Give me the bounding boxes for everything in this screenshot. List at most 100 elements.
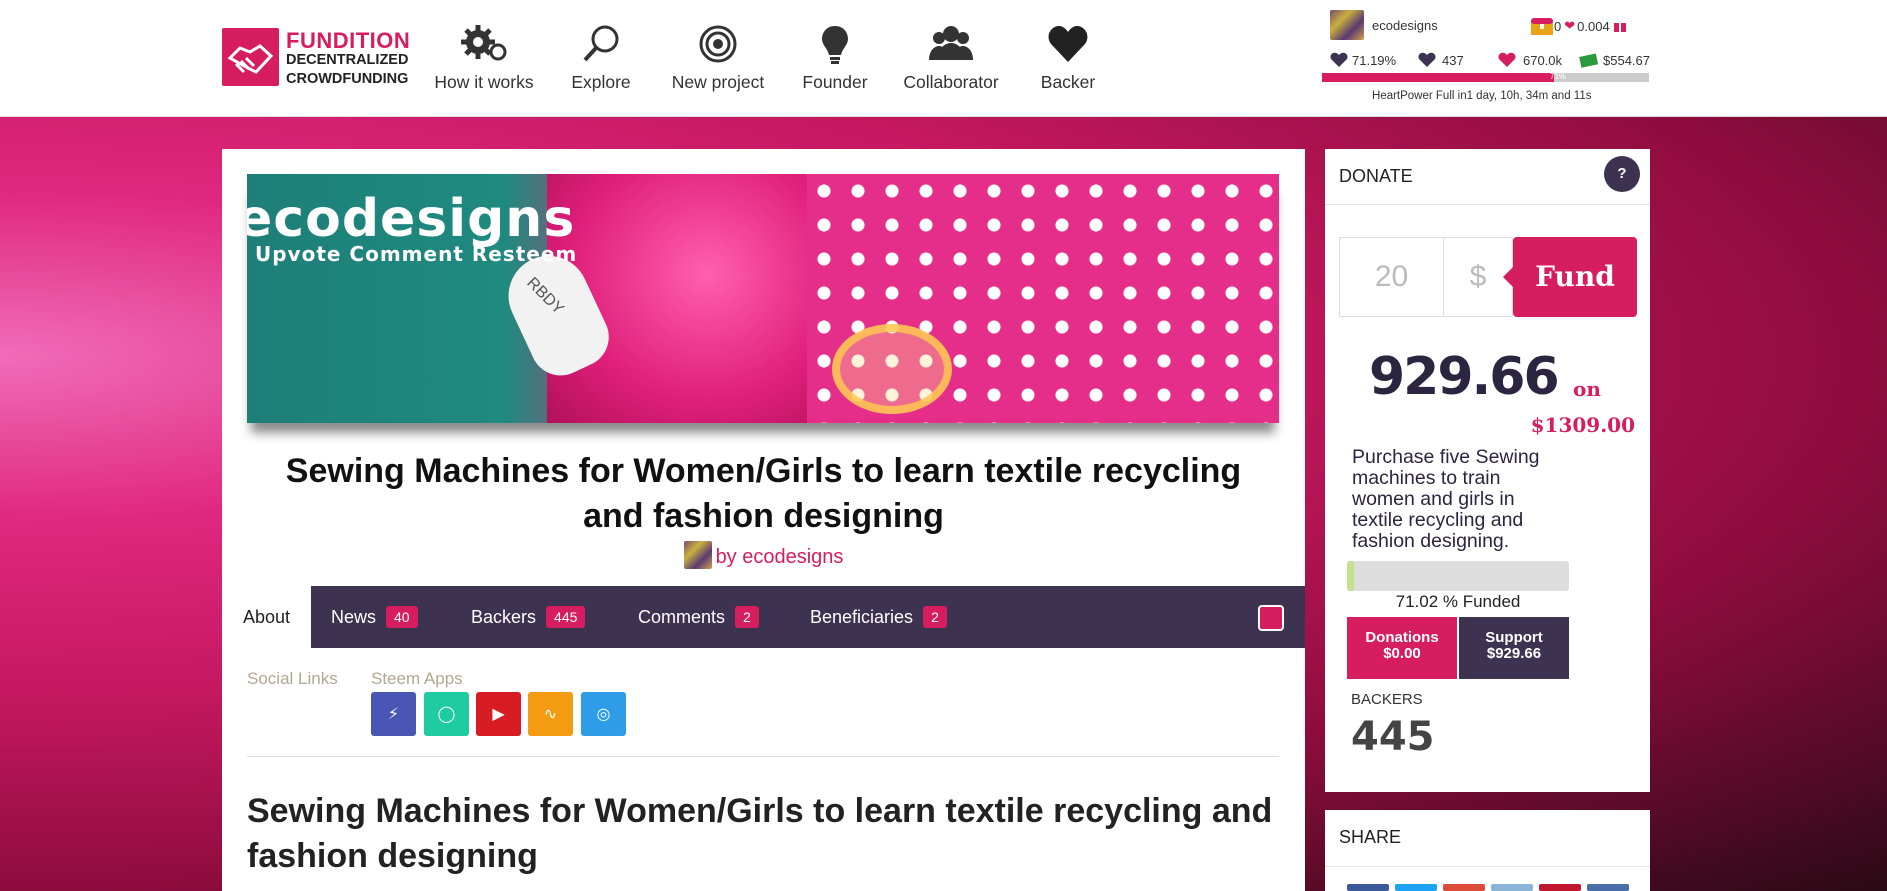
project-author[interactable]: by ecodesigns [222, 541, 1305, 569]
nav-backer[interactable]: Backer [1038, 22, 1098, 93]
tab-label: Backers [471, 607, 537, 627]
heart-star-icon [1418, 52, 1436, 67]
dsound-app-button[interactable]: ∿ [528, 692, 573, 736]
busy-app-button[interactable]: ◯ [424, 692, 469, 736]
top-header: FUNDITION DECENTRALIZED CROWDFUNDING How… [0, 0, 1887, 117]
raised-on-label: on [1573, 377, 1601, 401]
donations-stat: Donations $0.00 [1347, 617, 1457, 679]
share-title: SHARE [1339, 827, 1402, 847]
nav-new-project[interactable]: New project [668, 22, 768, 93]
twitter-share-button[interactable] [1395, 884, 1437, 891]
donations-value: $0.00 [1383, 645, 1421, 662]
voting-power-value: 71.19% [1352, 52, 1397, 68]
fund-button[interactable]: Fund [1503, 237, 1637, 317]
tab-badge: 40 [386, 606, 418, 628]
support-label: Support [1485, 629, 1543, 646]
section-divider [247, 756, 1279, 757]
nav-label: New project [671, 72, 765, 92]
brand-line2: CROWDFUNDING [286, 71, 409, 87]
raised-amount: 929.66 [1369, 347, 1560, 407]
fundition-logo[interactable]: FUNDITION DECENTRALIZED CROWDFUNDING [222, 28, 417, 90]
pink-heart-icon [1498, 52, 1516, 67]
steemit-app-button[interactable]: ◎ [581, 692, 626, 736]
author-link[interactable]: by ecodesigns [716, 546, 844, 568]
funded-percent: 71.02 % Funded [1395, 592, 1521, 611]
donate-header: DONATE ? [1325, 149, 1650, 205]
nav-label: Collaborator [903, 72, 999, 92]
project-summary: Purchase five Sewing machines to train w… [1352, 446, 1540, 552]
vk-share-button[interactable] [1587, 884, 1629, 891]
heartpower-fill [1322, 73, 1555, 82]
project-title: Sewing Machines for Women/Girls to learn… [285, 452, 1242, 535]
search-icon [583, 25, 619, 62]
nav-collaborator[interactable]: Collaborator [901, 22, 1001, 93]
tab-backers[interactable]: Backers 445 [471, 586, 586, 648]
support-stat: Support $929.66 [1459, 617, 1569, 679]
voting-power-stat: 71.19% [1330, 52, 1396, 68]
donate-panel: DONATE ? 20 $ Fund 929.66 on $1309.00 Pu… [1325, 149, 1650, 792]
user-name: ecodesigns [1372, 17, 1438, 33]
wallet-stat[interactable]: $554.67 [1579, 52, 1650, 68]
backers-label: BACKERS [1351, 691, 1423, 708]
nav-label: How it works [434, 72, 534, 92]
tab-label: Comments [638, 607, 726, 627]
tab-comments[interactable]: Comments 2 [638, 586, 759, 648]
lightbulb-icon [822, 26, 848, 64]
power-value: 670.0k [1523, 52, 1563, 68]
heartpower-percent: 71% [1550, 72, 1567, 81]
small-heart-icon: ❤ [1564, 18, 1576, 33]
dtube-icon: ▶ [492, 706, 505, 723]
nav-explore[interactable]: Explore [565, 22, 637, 93]
user-profile[interactable]: ecodesigns [1330, 10, 1438, 40]
share-divider [1325, 866, 1650, 867]
tab-about[interactable]: About [222, 586, 311, 648]
donate-title: DONATE [1339, 166, 1413, 186]
tab-news[interactable]: News 40 [331, 586, 418, 648]
steemit-icon: ◎ [596, 706, 611, 723]
pinterest-share-button[interactable] [1539, 884, 1581, 891]
facebook-share-button[interactable] [1347, 884, 1389, 891]
reputation-stat: 437 [1418, 52, 1464, 68]
wallet-value: $554.67 [1603, 52, 1650, 68]
tab-beneficiaries[interactable]: Beneficiaries 2 [810, 586, 947, 648]
funding-progress-bar [1347, 561, 1569, 591]
description-title: Sewing Machines for Women/Girls to learn… [247, 792, 1273, 875]
tab-badge: 445 [546, 606, 586, 628]
gears-icon [461, 25, 507, 61]
target-icon [699, 25, 737, 63]
user-panel: ecodesigns 0 ❤ 0.004 71.19% 437 670.0k $… [1322, 8, 1652, 108]
handshake-logo-icon [222, 28, 279, 86]
brand-line1: DECENTRALIZED [286, 52, 409, 68]
reputation-value: 437 [1442, 52, 1464, 68]
tab-label: Beneficiaries [810, 607, 914, 627]
tab-badge: 2 [735, 606, 759, 628]
heartpower-timer: HeartPower Full in1 day, 10h, 34m and 11… [1372, 90, 1592, 102]
fundition-handshake-icon[interactable] [1258, 605, 1284, 631]
goal-amount: $1309.00 [1530, 413, 1635, 437]
share-panel: SHARE [1325, 810, 1650, 891]
tab-label: About [242, 607, 291, 627]
bobbin [832, 324, 952, 414]
steem-apps-label: Steem Apps [371, 669, 463, 688]
social-links-label: Social Links [247, 669, 338, 688]
support-value: $929.66 [1486, 645, 1542, 662]
group-icon [929, 26, 973, 60]
nav-how-it-works[interactable]: How it works [433, 22, 535, 93]
money-icon [1579, 53, 1599, 68]
steempeak-app-button[interactable]: ⚡ [371, 692, 416, 736]
linkedin-share-button[interactable] [1491, 884, 1533, 891]
dtube-app-button[interactable]: ▶ [476, 692, 521, 736]
heart-value: 0.004 [1577, 18, 1610, 34]
nav-founder[interactable]: Founder [798, 22, 872, 93]
google-share-button[interactable] [1443, 884, 1485, 891]
nav-label: Explore [571, 72, 631, 92]
chest-counter[interactable]: 0 ❤ 0.004 [1530, 16, 1627, 36]
author-avatar [683, 541, 712, 569]
banner-title: ecodesigns [247, 189, 576, 249]
gift-icon [1613, 23, 1626, 32]
nav-label: Founder [802, 72, 868, 92]
help-button[interactable]: ? [1604, 156, 1640, 192]
backers-count: 445 [1351, 714, 1435, 760]
donation-amount-input[interactable]: 20 [1339, 237, 1443, 317]
nav-label: Backer [1040, 72, 1096, 92]
